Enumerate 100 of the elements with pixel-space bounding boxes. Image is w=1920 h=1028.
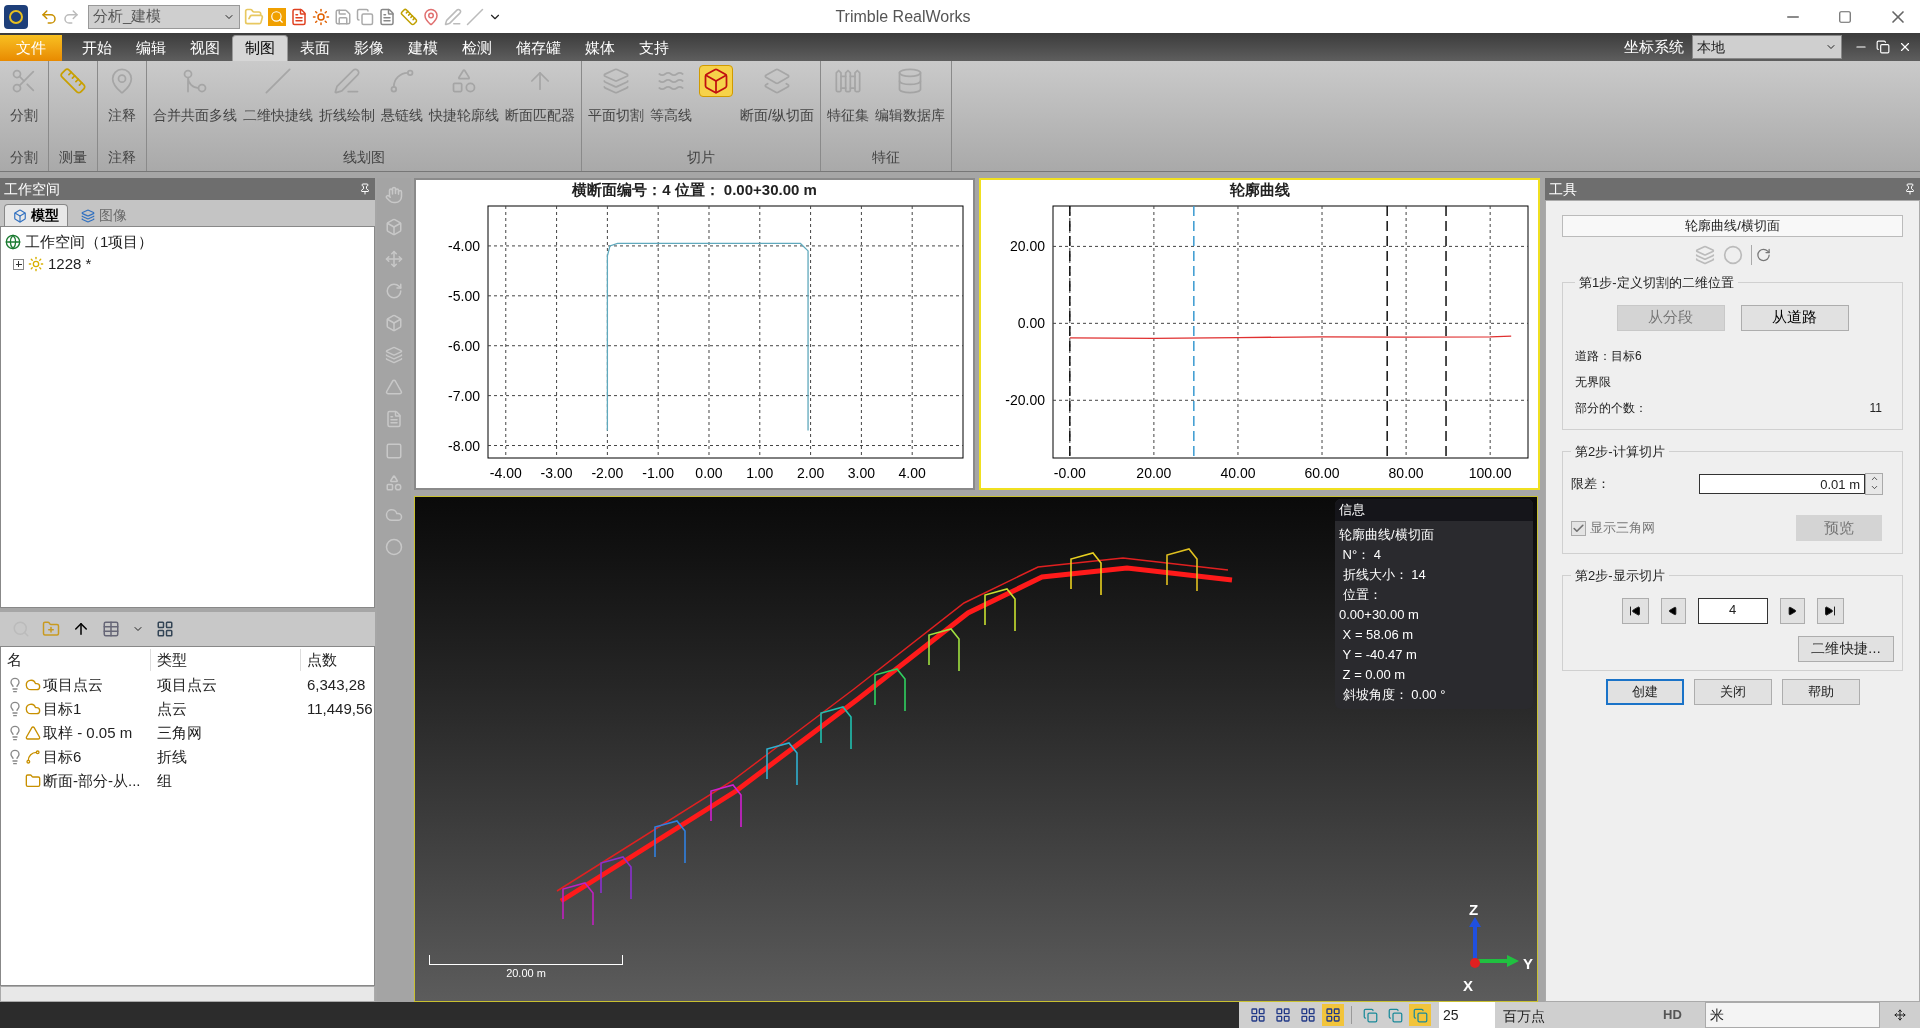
lightbulb-icon[interactable] (7, 749, 23, 765)
next-icon (1787, 605, 1797, 616)
layout-icon[interactable] (156, 620, 174, 638)
count-value: 11 (1869, 399, 1882, 417)
maximize-icon[interactable] (1838, 9, 1852, 24)
table-cell-text: 项目点云 (43, 674, 103, 695)
sun-icon (28, 256, 44, 272)
folder-icon (25, 773, 41, 789)
column-header[interactable]: 名 (1, 648, 151, 672)
check-icon (1572, 521, 1585, 535)
ribbon-tab[interactable]: 表面 (288, 35, 342, 61)
lightbulb-icon[interactable] (7, 725, 23, 741)
table-cell-text: 目标1 (43, 698, 82, 719)
lightbulb-icon[interactable] (7, 701, 23, 717)
last-button[interactable] (1816, 597, 1844, 624)
ruler-icon[interactable] (400, 7, 418, 26)
step-legend: 第2步-计算切片 (1571, 441, 1669, 461)
tick-label: -4.00 (448, 237, 480, 254)
info-text: Y = -40.47 m (1341, 646, 1418, 664)
layout-icon[interactable] (1322, 1004, 1344, 1026)
ribbon-tab[interactable]: 影像 (342, 35, 396, 61)
tick-label: -20.00 (1005, 392, 1045, 409)
road-label: 道路：目标6 (1575, 347, 1643, 365)
ribbon-group-title: 注释 (107, 148, 137, 167)
point-budget-field[interactable]: 25 (1439, 1002, 1495, 1028)
slice-number-field[interactable]: 4 (1697, 597, 1768, 624)
copy-icon[interactable] (356, 7, 374, 26)
column-header[interactable]: 类型 (151, 648, 301, 672)
ribbon-tab[interactable]: 视图 (178, 35, 232, 61)
table-cell-text: 断面-部分-从... (43, 770, 141, 791)
unit-label: 百万点 (1495, 1002, 1663, 1028)
pin-icon[interactable] (1904, 183, 1916, 195)
previous-button[interactable] (1660, 597, 1686, 624)
merge-icon (181, 67, 209, 95)
panel-header: 工作空间 (0, 178, 375, 200)
pen-icon[interactable] (444, 7, 462, 26)
tick-label: -0.00 (1053, 465, 1086, 481)
mode-combo[interactable]: 分析_建模 (88, 4, 240, 29)
redo-icon[interactable] (62, 7, 80, 26)
info-text: 轮廓曲线/横切面 (1339, 526, 1435, 544)
dialog-button[interactable]: 关闭 (1693, 678, 1772, 705)
quality-label: HD (1663, 1002, 1705, 1028)
lightbulb-icon[interactable] (7, 677, 23, 693)
quick-line-button[interactable]: 二维快捷... (1798, 635, 1894, 662)
panel-tab[interactable]: 模型 (4, 204, 68, 226)
app-logo-icon (4, 4, 28, 29)
ribbon-tab[interactable]: 制图 (232, 35, 288, 61)
tick-label: 3.00 (847, 465, 875, 481)
tree-item[interactable]: 工作空间（1项目） (25, 230, 154, 254)
ribbon-tab[interactable]: 支持 (627, 35, 681, 61)
tree-item[interactable]: 1228 * (48, 252, 92, 276)
table-cell-text: 三角网 (156, 722, 203, 743)
refresh-icon[interactable] (1750, 245, 1771, 265)
cube-icon (13, 208, 27, 223)
column-header[interactable]: 点数 (301, 648, 374, 672)
ruler-icon (59, 67, 87, 95)
ribbon-tab[interactable]: 媒体 (573, 35, 627, 61)
checkbox-label: 显示三角网 (1590, 519, 1655, 538)
step-legend: 第2步-显示切片 (1571, 566, 1669, 586)
dialog-button[interactable]: 帮助 (1781, 678, 1860, 705)
ribbon-tab[interactable]: 开始 (70, 35, 124, 61)
ribbon-tab[interactable]: 建模 (396, 35, 450, 61)
spinner-icon[interactable] (1865, 473, 1883, 495)
undo-icon[interactable] (40, 7, 58, 26)
pin-icon[interactable] (359, 183, 371, 195)
tolerance-label: 限差： (1571, 475, 1611, 494)
sun-icon[interactable] (312, 7, 330, 26)
tick-label: -2.00 (591, 465, 624, 481)
table-cell-text: 项目点云 (156, 674, 218, 695)
restore-icon[interactable] (1876, 40, 1890, 54)
mesh-icon (25, 725, 41, 741)
source-button[interactable]: 从道路 (1740, 304, 1849, 331)
save-icon[interactable] (334, 7, 352, 26)
dialog-button[interactable]: 创建 (1605, 678, 1684, 705)
tolerance-field[interactable]: 0.01 m (1699, 474, 1865, 494)
ribbon-tab[interactable]: 储存罐 (504, 35, 573, 61)
display-mode-icon[interactable] (1409, 1004, 1431, 1026)
tick-label: 20.00 (1136, 465, 1172, 481)
layers-icon (602, 67, 630, 95)
length-unit-field[interactable]: 米 (1705, 1002, 1880, 1028)
close-icon[interactable] (1898, 40, 1912, 54)
table-icon[interactable] (102, 620, 120, 638)
document-icon[interactable] (290, 7, 308, 26)
next-button[interactable] (1779, 597, 1805, 624)
chart-title: 轮廓曲线 (1228, 180, 1291, 200)
ribbon-group-title: 测量 (58, 148, 88, 167)
tick-label: 0.00 (1017, 315, 1045, 332)
pin-icon[interactable] (422, 7, 440, 26)
ribbon-tab[interactable]: 编辑 (124, 35, 178, 61)
last-icon (1824, 604, 1836, 617)
curve-icon (388, 67, 416, 95)
ribbon-tab[interactable]: 检测 (450, 35, 504, 61)
tick-label: -4.00 (489, 465, 522, 481)
coordinate-system-select[interactable]: 本地 (1692, 35, 1842, 59)
fence-icon (833, 67, 862, 95)
document-icon[interactable] (378, 7, 396, 26)
pen-icon (333, 67, 361, 95)
search-icon[interactable] (268, 7, 286, 26)
first-button[interactable] (1621, 597, 1649, 624)
expander-icon[interactable] (13, 258, 24, 270)
